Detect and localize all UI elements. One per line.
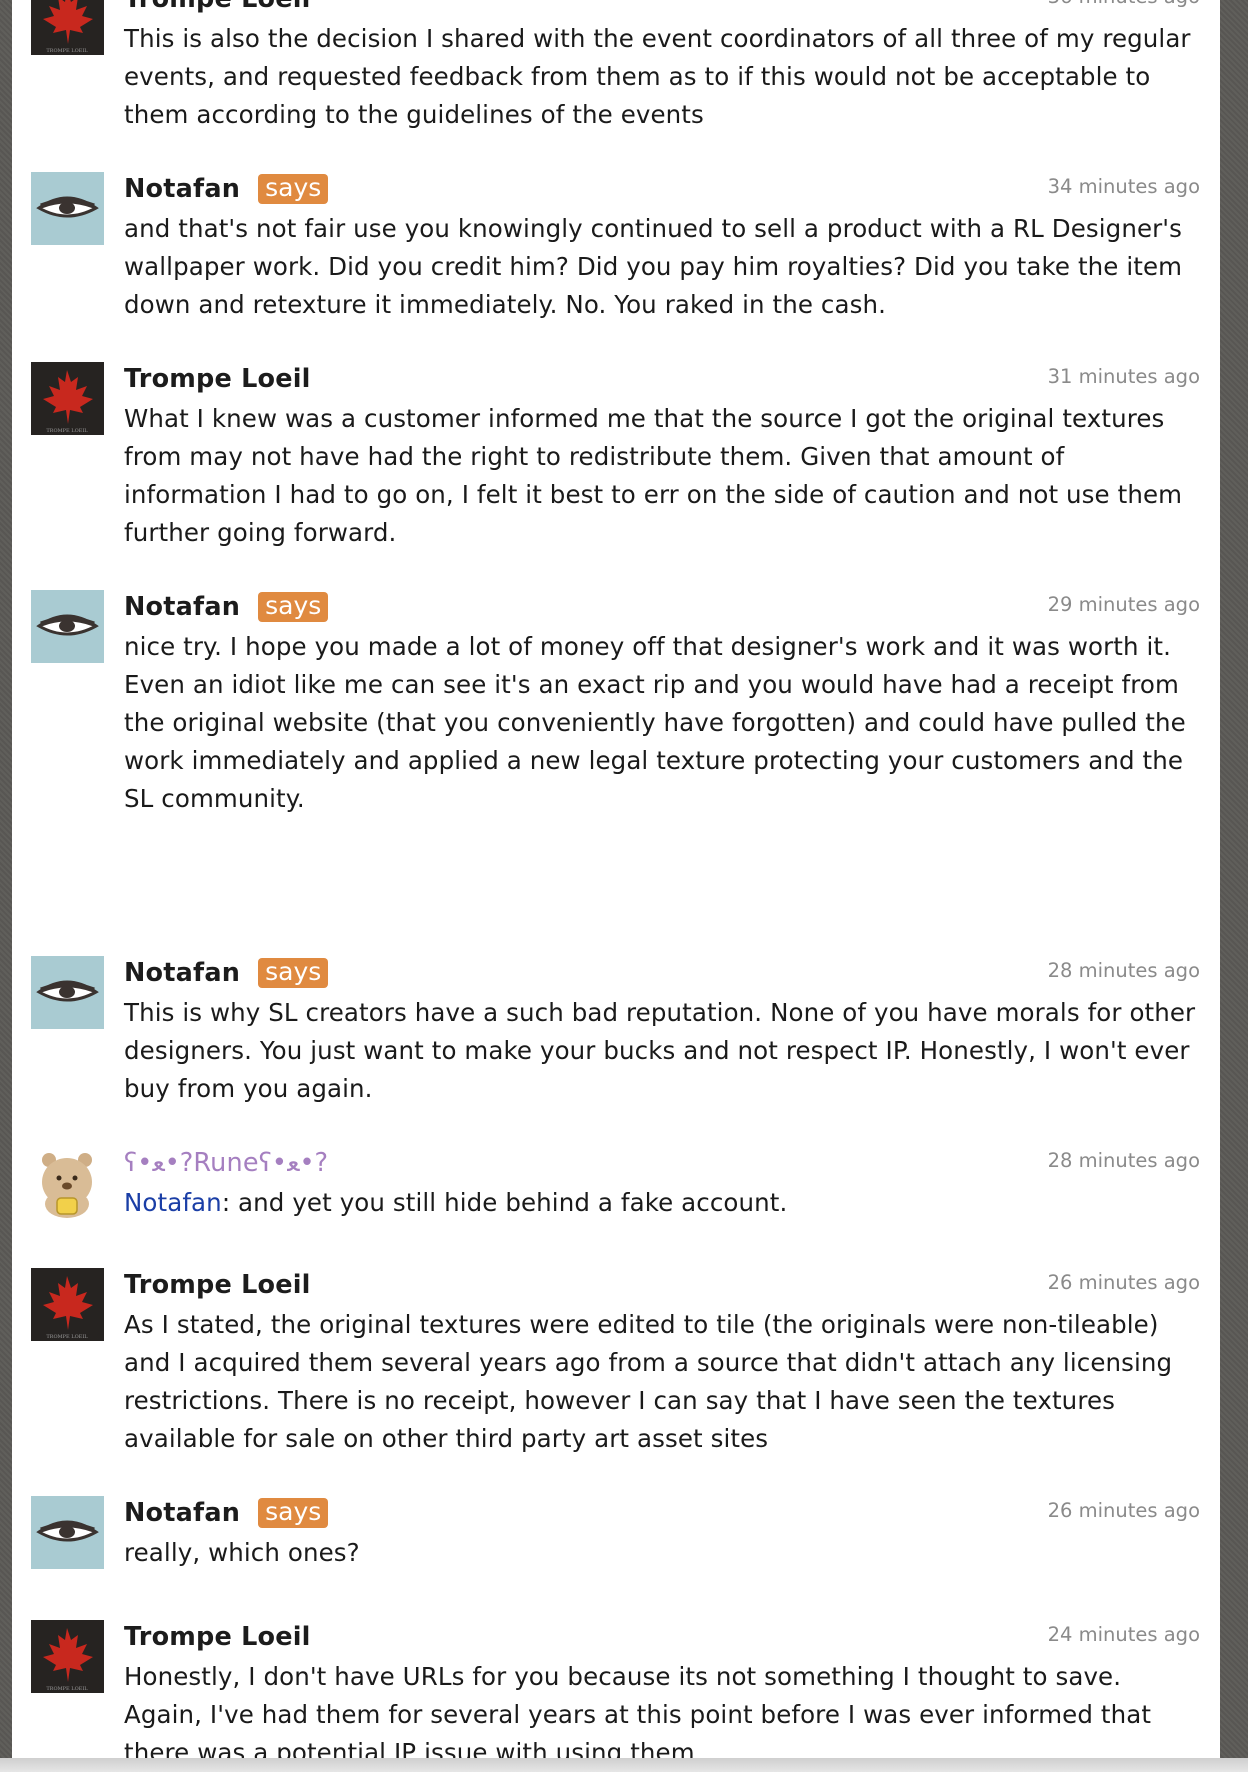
comment-text: really, which ones? — [124, 1538, 360, 1567]
window-bottom-edge — [0, 1758, 1248, 1772]
author-name[interactable]: Notafan — [124, 592, 240, 622]
author-name[interactable]: Notafan — [124, 958, 240, 988]
comments-panel[interactable]: TROMPE LOEIL Trompe Loeil 36 minutes ago… — [12, 0, 1220, 1772]
svg-text:TROMPE LOEIL: TROMPE LOEIL — [46, 1334, 88, 1340]
comment-text: This is also the decision I shared with … — [124, 24, 1191, 129]
comment-header: Notafan says — [124, 590, 329, 624]
author-name[interactable]: Notafan — [124, 174, 240, 204]
eye-icon[interactable] — [31, 956, 104, 1029]
timestamp[interactable]: 36 minutes ago — [1048, 0, 1200, 8]
timestamp[interactable]: 31 minutes ago — [1048, 365, 1200, 388]
author-name[interactable]: Trompe Loeil — [124, 1270, 311, 1300]
comment-body: : and yet you still hide behind a fake a… — [221, 1188, 788, 1217]
comment-text: and that's not fair use you knowingly co… — [124, 214, 1183, 319]
author-name[interactable]: Trompe Loeil — [124, 1622, 311, 1652]
comment-text: Honestly, I don't have URLs for you beca… — [124, 1662, 1152, 1767]
eye-icon[interactable] — [31, 172, 104, 245]
comment-text: This is why SL creators have a such bad … — [124, 998, 1196, 1103]
author-name[interactable]: ʕ•ﻌ•?Runeʕ•ﻌ•? — [124, 1148, 328, 1178]
timestamp[interactable]: 26 minutes ago — [1048, 1499, 1200, 1522]
comment-header: Trompe Loeil — [124, 362, 311, 396]
comment-text: What I knew was a customer informed me t… — [124, 404, 1183, 547]
comment-text: Notafan: and yet you still hide behind a… — [124, 1184, 1204, 1222]
comment-header: ʕ•ﻌ•?Runeʕ•ﻌ•? — [124, 1146, 328, 1180]
timestamp[interactable]: 24 minutes ago — [1048, 1623, 1200, 1646]
eye-icon[interactable] — [31, 590, 104, 663]
maple-leaf-icon[interactable]: TROMPE LOEIL — [31, 1620, 104, 1693]
timestamp[interactable]: 28 minutes ago — [1048, 959, 1200, 982]
maple-leaf-icon[interactable]: TROMPE LOEIL — [31, 362, 104, 435]
author-name[interactable]: Trompe Loeil — [124, 0, 311, 14]
says-badge: says — [258, 958, 329, 988]
timestamp[interactable]: 34 minutes ago — [1048, 175, 1200, 198]
author-name[interactable]: Trompe Loeil — [124, 364, 311, 394]
mention-link[interactable]: Notafan — [124, 1188, 222, 1217]
svg-text:TROMPE LOEIL: TROMPE LOEIL — [46, 428, 88, 434]
comment-header: Trompe Loeil — [124, 1620, 311, 1654]
maple-leaf-icon[interactable]: TROMPE LOEIL — [31, 1268, 104, 1341]
says-badge: says — [258, 1498, 329, 1528]
author-name[interactable]: Notafan — [124, 1498, 240, 1528]
svg-text:TROMPE LOEIL: TROMPE LOEIL — [46, 48, 88, 54]
svg-text:TROMPE LOEIL: TROMPE LOEIL — [46, 1686, 88, 1692]
eye-icon[interactable] — [31, 1496, 104, 1569]
comment-header: Trompe Loeil — [124, 0, 311, 16]
says-badge: says — [258, 174, 329, 204]
timestamp[interactable]: 29 minutes ago — [1048, 593, 1200, 616]
bear-icon[interactable] — [31, 1146, 104, 1219]
comment-header: Notafan says — [124, 172, 329, 206]
comment-header: Notafan says — [124, 956, 329, 990]
maple-leaf-icon[interactable]: TROMPE LOEIL — [31, 0, 104, 55]
comment-header: Notafan says — [124, 1496, 329, 1530]
timestamp[interactable]: 28 minutes ago — [1048, 1149, 1200, 1172]
timestamp[interactable]: 26 minutes ago — [1048, 1271, 1200, 1294]
comment-header: Trompe Loeil — [124, 1268, 311, 1302]
comment-text: nice try. I hope you made a lot of money… — [124, 632, 1186, 813]
comment-text: As I stated, the original textures were … — [124, 1310, 1173, 1453]
says-badge: says — [258, 592, 329, 622]
